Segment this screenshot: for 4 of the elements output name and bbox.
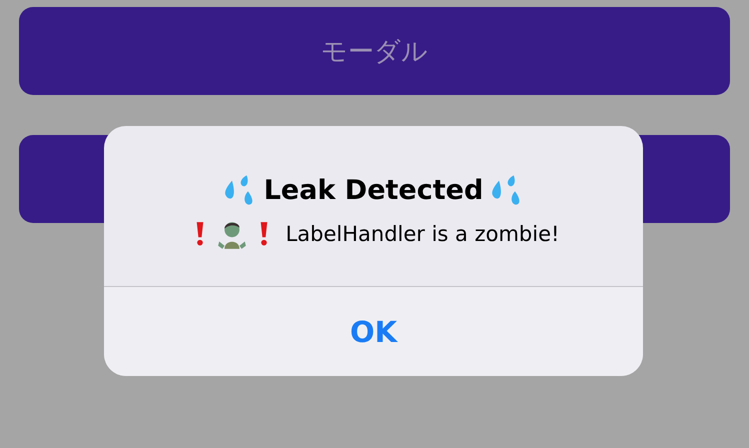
- ok-button[interactable]: OK: [104, 287, 643, 376]
- alert-message: LabelHandler is a zombie!: [286, 222, 560, 246]
- alert-title: Leak Detected: [264, 174, 484, 206]
- modal-button[interactable]: モーダル: [19, 7, 730, 95]
